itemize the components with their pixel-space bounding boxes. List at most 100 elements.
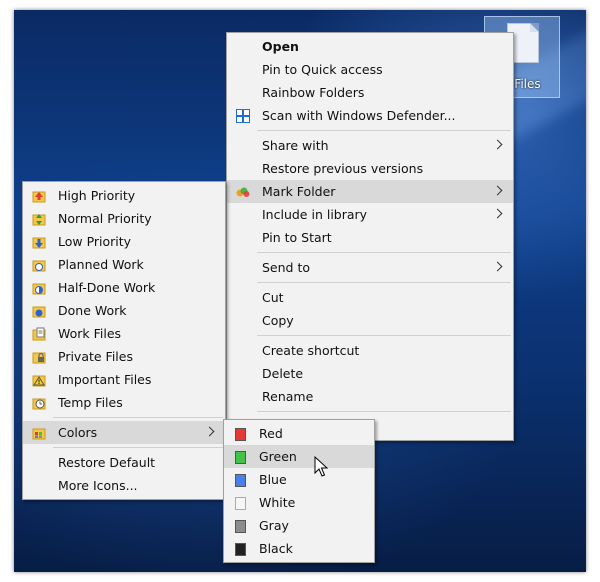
menu-separator <box>257 282 511 283</box>
submenu-item-work-files[interactable]: Work Files <box>23 322 225 345</box>
submenu-item-label: Temp Files <box>58 395 123 410</box>
submenu-item-important-files[interactable]: Important Files <box>23 368 225 391</box>
menu-item-scan-defender[interactable]: Scan with Windows Defender... <box>227 104 513 127</box>
colors-submenu: Red Green Blue White Gray Black <box>223 419 375 563</box>
menu-item-label: Send to <box>262 260 311 275</box>
black-swatch-icon <box>235 543 246 556</box>
submenu-item-label: Normal Priority <box>58 211 152 226</box>
color-item-label: Green <box>259 449 297 464</box>
submenu-item-label: Important Files <box>58 372 152 387</box>
submenu-item-high-priority[interactable]: High Priority <box>23 184 225 207</box>
context-menu: Open Pin to Quick access Rainbow Folders… <box>226 32 514 441</box>
menu-separator <box>257 252 511 253</box>
menu-item-label: Pin to Start <box>262 230 332 245</box>
done-work-icon <box>32 304 46 318</box>
menu-separator <box>257 411 511 412</box>
menu-item-label: Rename <box>262 389 314 404</box>
high-priority-icon <box>32 189 46 203</box>
color-item-black[interactable]: Black <box>224 537 374 560</box>
menu-item-label: Delete <box>262 366 304 381</box>
submenu-item-restore-default[interactable]: Restore Default <box>23 451 225 474</box>
white-swatch-icon <box>235 497 246 510</box>
green-swatch-icon <box>235 451 246 464</box>
important-files-icon <box>32 373 46 387</box>
menu-item-label: Pin to Quick access <box>262 62 383 77</box>
submenu-item-more-icons[interactable]: More Icons... <box>23 474 225 497</box>
menu-item-pin-start[interactable]: Pin to Start <box>227 226 513 249</box>
menu-separator <box>257 130 511 131</box>
chevron-right-icon <box>492 139 503 150</box>
gray-swatch-icon <box>235 520 246 533</box>
submenu-item-half-done-work[interactable]: Half-Done Work <box>23 276 225 299</box>
menu-separator <box>257 335 511 336</box>
submenu-item-planned-work[interactable]: Planned Work <box>23 253 225 276</box>
color-item-label: Black <box>259 541 293 556</box>
menu-item-label: Rainbow Folders <box>262 85 365 100</box>
menu-item-label: Include in library <box>262 207 368 222</box>
chevron-right-icon <box>492 185 503 196</box>
menu-item-label: Create shortcut <box>262 343 360 358</box>
submenu-item-label: Planned Work <box>58 257 144 272</box>
menu-item-label: Restore previous versions <box>262 161 424 176</box>
menu-item-cut[interactable]: Cut <box>227 286 513 309</box>
color-item-green[interactable]: Green <box>224 445 374 468</box>
submenu-item-label: Colors <box>58 425 98 440</box>
red-swatch-icon <box>235 428 246 441</box>
menu-separator <box>53 417 223 418</box>
color-item-blue[interactable]: Blue <box>224 468 374 491</box>
chevron-right-icon <box>492 208 503 219</box>
submenu-item-label: High Priority <box>58 188 136 203</box>
menu-item-pin-quick-access[interactable]: Pin to Quick access <box>227 58 513 81</box>
menu-item-label: Open <box>262 39 299 54</box>
submenu-item-label: Restore Default <box>58 455 156 470</box>
color-item-label: Red <box>259 426 283 441</box>
submenu-item-label: More Icons... <box>58 478 138 493</box>
menu-item-label: Scan with Windows Defender... <box>262 108 456 123</box>
half-done-work-icon <box>32 281 46 295</box>
color-item-label: White <box>259 495 296 510</box>
low-priority-icon <box>32 235 46 249</box>
menu-item-share-with[interactable]: Share with <box>227 134 513 157</box>
menu-item-create-shortcut[interactable]: Create shortcut <box>227 339 513 362</box>
menu-item-label: Cut <box>262 290 284 305</box>
menu-item-rename[interactable]: Rename <box>227 385 513 408</box>
planned-work-icon <box>32 258 46 272</box>
menu-item-send-to[interactable]: Send to <box>227 256 513 279</box>
submenu-item-temp-files[interactable]: Temp Files <box>23 391 225 414</box>
submenu-item-private-files[interactable]: Private Files <box>23 345 225 368</box>
private-files-icon <box>32 350 46 364</box>
color-item-label: Blue <box>259 472 287 487</box>
menu-item-include-library[interactable]: Include in library <box>227 203 513 226</box>
menu-item-rainbow-folders[interactable]: Rainbow Folders <box>227 81 513 104</box>
mouse-pointer-icon <box>314 456 330 478</box>
temp-files-icon <box>32 396 46 410</box>
submenu-item-label: Half-Done Work <box>58 280 156 295</box>
submenu-item-colors[interactable]: Colors <box>23 421 225 444</box>
work-files-icon <box>32 327 46 341</box>
normal-priority-icon <box>32 212 46 226</box>
menu-item-copy[interactable]: Copy <box>227 309 513 332</box>
menu-item-label: Mark Folder <box>262 184 336 199</box>
submenu-item-normal-priority[interactable]: Normal Priority <box>23 207 225 230</box>
chevron-right-icon <box>204 426 215 437</box>
menu-item-mark-folder[interactable]: Mark Folder <box>227 180 513 203</box>
color-item-white[interactable]: White <box>224 491 374 514</box>
windows-defender-icon <box>236 109 250 123</box>
submenu-item-label: Private Files <box>58 349 133 364</box>
colors-icon <box>32 426 46 440</box>
color-item-red[interactable]: Red <box>224 422 374 445</box>
menu-item-label: Share with <box>262 138 329 153</box>
color-item-label: Gray <box>259 518 289 533</box>
mark-folder-icon <box>236 185 250 199</box>
submenu-item-done-work[interactable]: Done Work <box>23 299 225 322</box>
menu-item-label: Copy <box>262 313 294 328</box>
mark-folder-submenu: High Priority Normal Priority Low Priori… <box>22 181 226 500</box>
color-item-gray[interactable]: Gray <box>224 514 374 537</box>
submenu-item-label: Low Priority <box>58 234 132 249</box>
menu-item-delete[interactable]: Delete <box>227 362 513 385</box>
submenu-item-label: Work Files <box>58 326 122 341</box>
submenu-item-label: Done Work <box>58 303 127 318</box>
submenu-item-low-priority[interactable]: Low Priority <box>23 230 225 253</box>
menu-item-open[interactable]: Open <box>227 35 513 58</box>
menu-item-restore-versions[interactable]: Restore previous versions <box>227 157 513 180</box>
